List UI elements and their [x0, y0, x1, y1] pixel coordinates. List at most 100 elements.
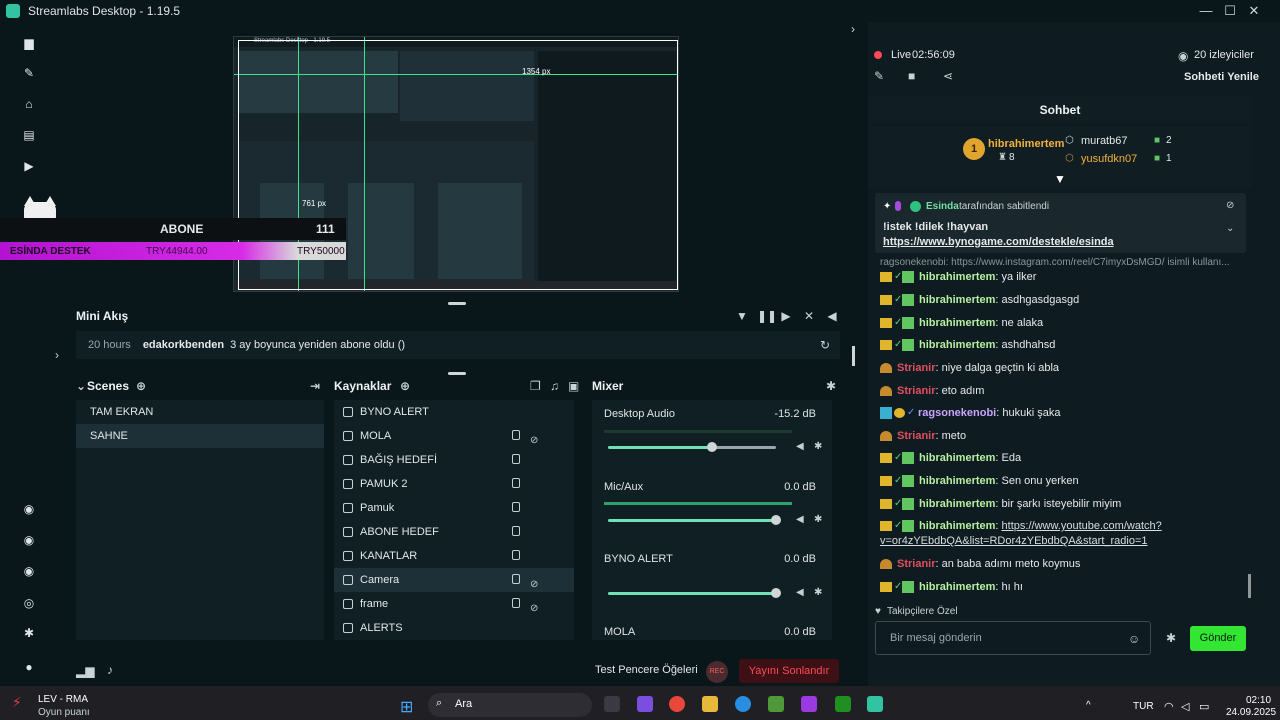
editor-icon[interactable]: ▆: [22, 36, 36, 50]
store-icon[interactable]: ⌂: [22, 97, 36, 111]
panel-resizer[interactable]: [852, 346, 855, 366]
pinned-message[interactable]: ✦ Esinda tarafından sabitlendi ⊘ !istek …: [875, 193, 1246, 253]
speaker-icon[interactable]: ◀: [796, 441, 804, 452]
replay-icon[interactable]: ↻: [820, 338, 830, 352]
emoji-icon[interactable]: ☺: [1128, 632, 1140, 646]
chat-link[interactable]: https://www.youtube.com/watch?: [1002, 520, 1162, 532]
channel-settings-icon[interactable]: ✱: [814, 441, 822, 452]
lock-icon[interactable]: [512, 454, 520, 464]
app-icon-2[interactable]: ◉: [22, 533, 36, 547]
eye-icon[interactable]: ◎: [22, 596, 36, 610]
feed-item[interactable]: 20 hours edakorkbenden 3 ay boyunca yeni…: [76, 331, 840, 359]
layouts-icon[interactable]: ▤: [22, 128, 36, 142]
source-item[interactable]: BYNO ALERT: [334, 400, 574, 424]
profile-icon[interactable]: ●: [22, 660, 36, 674]
lock-icon[interactable]: [512, 526, 520, 536]
chat-link[interactable]: v=or4zYEbdbQA&list=RDor4zYEbdbQA&start_r…: [880, 535, 1148, 547]
scene-transition-icon[interactable]: ⇥: [310, 379, 320, 393]
chat-settings-icon[interactable]: ✱: [1166, 631, 1176, 645]
lock-icon[interactable]: [512, 598, 520, 608]
copilot-icon[interactable]: [637, 696, 653, 712]
windows-start-icon[interactable]: ⊞: [400, 697, 418, 716]
send-button[interactable]: Gönder: [1190, 626, 1246, 651]
app-icon-3[interactable]: ◉: [22, 564, 36, 578]
chevron-right-icon[interactable]: ›: [50, 348, 64, 362]
app-icon[interactable]: [801, 696, 817, 712]
battery-icon[interactable]: ▭: [1199, 700, 1209, 713]
camera-icon[interactable]: ■: [908, 69, 915, 83]
source-item[interactable]: KANATLAR: [334, 544, 574, 568]
xbox-icon[interactable]: [835, 696, 851, 712]
task-view-icon[interactable]: [604, 696, 620, 712]
stats-icon[interactable]: ▂▆: [76, 664, 94, 678]
source-item[interactable]: PAMUK 2: [334, 472, 574, 496]
minimize-button[interactable]: —: [1198, 3, 1214, 19]
volume-icon[interactable]: ◀: [825, 309, 839, 323]
image-icon[interactable]: ▣: [568, 379, 579, 393]
collapse-sidebar-icon[interactable]: ›: [851, 22, 863, 38]
end-stream-button[interactable]: Yayını Sonlandır: [739, 659, 839, 683]
slider-knob[interactable]: [771, 588, 781, 598]
source-item[interactable]: Pamuk: [334, 496, 574, 520]
speaker-icon[interactable]: ◀: [796, 514, 804, 525]
chat-scrollbar[interactable]: [1248, 574, 1251, 598]
pinned-link[interactable]: https://www.bynogame.com/destekle/esinda: [883, 236, 1114, 248]
speaker-icon[interactable]: ◀: [796, 587, 804, 598]
add-scene-icon[interactable]: ⊕: [136, 379, 146, 393]
weather-title[interactable]: LEV - RMA: [38, 694, 88, 705]
lock-icon[interactable]: [512, 550, 520, 560]
volume-icon[interactable]: ◁: [1181, 700, 1189, 713]
folder-icon[interactable]: ❐: [530, 379, 541, 393]
close-button[interactable]: ✕: [1246, 3, 1262, 19]
slider-knob[interactable]: [771, 515, 781, 525]
volume-slider[interactable]: [608, 588, 781, 598]
skip-icon[interactable]: ▶: [779, 309, 793, 323]
taskbar-search[interactable]: ⌕ Ara: [428, 693, 592, 717]
volume-slider[interactable]: [608, 515, 781, 525]
notification-icon[interactable]: ♪: [107, 663, 113, 677]
unpin-icon[interactable]: ⊘: [1226, 200, 1234, 211]
chevron-down-icon[interactable]: ⌄: [1226, 223, 1234, 234]
mute-alerts-icon[interactable]: ✕: [802, 309, 816, 323]
clock-time[interactable]: 02:10: [1246, 695, 1271, 706]
source-item[interactable]: BAĞIŞ HEDEFİ: [334, 448, 574, 472]
themes-icon[interactable]: ✎: [22, 66, 36, 80]
language-indicator[interactable]: TUR: [1133, 701, 1154, 712]
channel-settings-icon[interactable]: ✱: [814, 514, 822, 525]
source-item[interactable]: Camera ⊘: [334, 568, 574, 592]
share-icon[interactable]: ⋖: [943, 69, 953, 83]
edit-icon[interactable]: ✎: [874, 69, 884, 83]
store-icon[interactable]: [768, 696, 784, 712]
source-item[interactable]: frame ⊘: [334, 592, 574, 616]
chat-input[interactable]: Bir mesaj gönderin: [875, 621, 1151, 655]
audio-icon[interactable]: ♫: [550, 379, 559, 393]
chevron-up-icon[interactable]: ^: [1086, 700, 1091, 711]
scene-item[interactable]: SAHNE: [76, 424, 324, 448]
volume-slider[interactable]: [608, 442, 776, 452]
scene-item[interactable]: TAM EKRAN: [76, 400, 324, 424]
test-widgets-button[interactable]: Test Pencere Öğeleri: [595, 664, 698, 676]
lock-icon[interactable]: [512, 574, 520, 584]
app-icon-1[interactable]: ◉: [22, 502, 36, 516]
source-item[interactable]: ALERTS: [334, 616, 574, 640]
explorer-icon[interactable]: [702, 696, 718, 712]
sports-icon[interactable]: ⚡: [12, 694, 22, 711]
filter-icon[interactable]: ▼: [735, 309, 749, 323]
source-item[interactable]: MOLA ⊘: [334, 424, 574, 448]
streamlabs-icon[interactable]: [867, 696, 883, 712]
add-source-icon[interactable]: ⊕: [400, 379, 410, 393]
settings-icon[interactable]: ✱: [22, 626, 36, 640]
maximize-button[interactable]: ☐: [1222, 3, 1238, 19]
collapse-icon[interactable]: ⌄: [76, 379, 86, 393]
wifi-icon[interactable]: ◠: [1164, 700, 1174, 713]
expand-icon[interactable]: ▼: [1054, 172, 1066, 186]
chrome-icon[interactable]: [669, 696, 685, 712]
pause-icon[interactable]: ❚❚: [757, 309, 777, 323]
refresh-chat-button[interactable]: Sohbeti Yenile: [1184, 71, 1259, 83]
edge-icon[interactable]: [735, 696, 751, 712]
source-item[interactable]: ABONE HEDEF: [334, 520, 574, 544]
record-button[interactable]: REC: [706, 661, 728, 683]
slider-knob[interactable]: [707, 442, 718, 452]
lock-icon[interactable]: [512, 478, 520, 488]
clock-date[interactable]: 24.09.2025: [1226, 707, 1276, 718]
